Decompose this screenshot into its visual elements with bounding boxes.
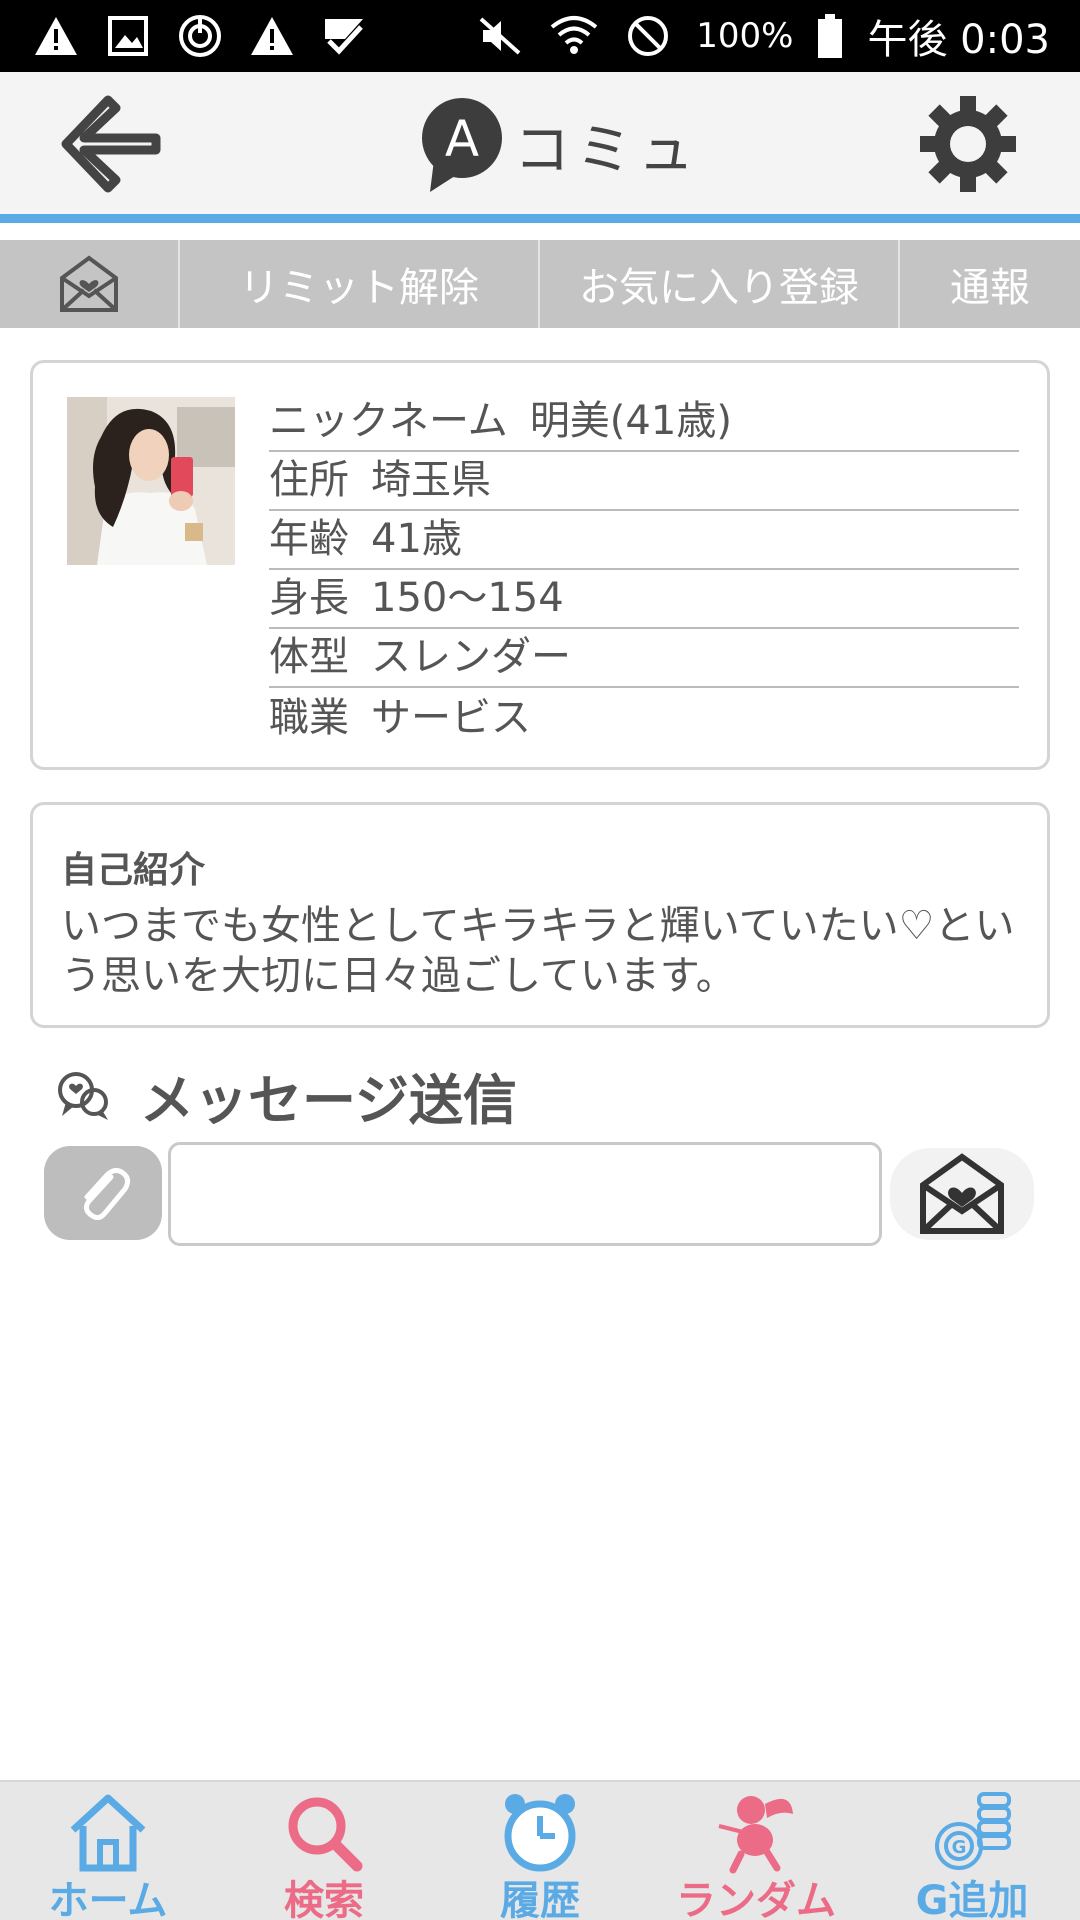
- sync-icon: [174, 10, 226, 62]
- self-intro-text: いつまでも女性としてキラキラと輝いていたい♡という思いを大切に日々過ごしています…: [61, 903, 1015, 999]
- nav-item-add-g[interactable]: G G追加: [864, 1782, 1080, 1920]
- app-logo: A コミュ: [418, 96, 700, 194]
- info-value: 150〜154: [371, 575, 564, 621]
- info-value: 明美(41歳): [529, 398, 732, 444]
- send-message-button[interactable]: [890, 1148, 1034, 1240]
- home-icon: [70, 1794, 146, 1872]
- info-label: 体型: [269, 634, 349, 680]
- download-done-icon: [318, 10, 370, 62]
- profile-row-body-type: 体型 スレンダー: [269, 629, 1019, 688]
- nav-item-search[interactable]: 検索: [216, 1782, 432, 1920]
- attach-button[interactable]: [44, 1146, 162, 1240]
- chat-bubbles-icon: [58, 1071, 108, 1120]
- limit-release-button[interactable]: リミット解除: [180, 240, 540, 328]
- love-letter-icon: [60, 255, 118, 312]
- cupid-icon: [718, 1796, 793, 1874]
- nav-label: G追加: [915, 1878, 1029, 1920]
- app-header: A コミュ: [0, 72, 1080, 214]
- search-icon: [288, 1797, 363, 1872]
- nav-label: ホーム: [48, 1878, 168, 1920]
- notification-icons: [0, 10, 370, 62]
- mail-action-button[interactable]: [0, 240, 180, 328]
- profile-row-age: 年齢 41歳: [269, 511, 1019, 570]
- nav-label: 履歴: [500, 1878, 580, 1920]
- header-accent-line: [0, 214, 1080, 223]
- info-value: サービス: [371, 695, 531, 741]
- self-intro-card: 自己紹介 いつまでも女性としてキラキラと輝いていたい♡という思いを大切に日々過ご…: [30, 802, 1050, 1028]
- warning-icon: [30, 10, 82, 62]
- wifi-icon: [548, 10, 600, 62]
- info-label: 職業: [269, 695, 349, 741]
- profile-row-height: 身長 150〜154: [269, 570, 1019, 629]
- info-value: スレンダー: [371, 634, 571, 680]
- logo-letter: A: [445, 110, 479, 168]
- clock-icon: [504, 1794, 576, 1872]
- profile-row-occupation: 職業 サービス: [269, 688, 1019, 747]
- profile-info-list: ニックネーム 明美(41歳) 住所 埼玉県 年齢 41歳 身長 150〜154 …: [269, 393, 1019, 747]
- do-not-disturb-icon: [622, 10, 674, 62]
- coins-icon: G: [935, 1792, 1011, 1870]
- message-section-title: メッセージ送信: [140, 1069, 517, 1132]
- avatar[interactable]: [67, 397, 235, 565]
- self-intro-title: 自己紹介: [61, 850, 206, 891]
- bottom-navigation: ホーム 検索 履歴 ランダム G G追加: [0, 1780, 1080, 1920]
- profile-row-address: 住所 埼玉県: [269, 452, 1019, 511]
- system-indicators: 100% 午後 0:03: [474, 7, 1080, 65]
- favorite-register-button[interactable]: お気に入り登録: [540, 240, 900, 328]
- profile-photo: [67, 397, 235, 565]
- clock: 午後 0:03: [867, 17, 1050, 63]
- image-icon: [102, 10, 154, 62]
- profile-row-nickname: ニックネーム 明美(41歳): [269, 393, 1019, 452]
- warning-icon: [246, 10, 298, 62]
- nav-label: 検索: [284, 1878, 364, 1920]
- settings-button[interactable]: [916, 92, 1020, 196]
- info-label: 身長: [269, 575, 349, 621]
- nav-label: ランダム: [676, 1878, 836, 1920]
- paperclip-icon: [83, 1167, 131, 1221]
- info-label: ニックネーム: [269, 398, 508, 444]
- back-button[interactable]: [56, 92, 168, 196]
- status-bar: 100% 午後 0:03: [0, 0, 1080, 72]
- info-value: 41歳: [371, 516, 462, 562]
- battery-icon: [815, 10, 845, 62]
- speech-bubble-icon: A: [422, 98, 502, 192]
- info-label: 住所: [269, 457, 349, 503]
- nav-item-random[interactable]: ランダム: [648, 1782, 864, 1920]
- info-value: 埼玉県: [371, 457, 491, 503]
- svg-text:G: G: [952, 1837, 967, 1858]
- gear-icon: [920, 96, 1016, 192]
- message-input[interactable]: [168, 1142, 882, 1246]
- love-letter-icon: [920, 1153, 1004, 1234]
- battery-percent: 100%: [696, 16, 794, 56]
- action-bar: リミット解除 お気に入り登録 通報: [0, 240, 1080, 328]
- nav-item-history[interactable]: 履歴: [432, 1782, 648, 1920]
- mute-icon: [474, 10, 526, 62]
- report-button[interactable]: 通報: [900, 240, 1080, 328]
- profile-card: ニックネーム 明美(41歳) 住所 埼玉県 年齢 41歳 身長 150〜154 …: [30, 360, 1050, 770]
- info-label: 年齢: [269, 516, 349, 562]
- logo-text: コミュ: [514, 117, 700, 183]
- nav-item-home[interactable]: ホーム: [0, 1782, 216, 1920]
- message-section-header: メッセージ送信: [56, 1056, 517, 1135]
- back-arrow-icon: [61, 95, 161, 193]
